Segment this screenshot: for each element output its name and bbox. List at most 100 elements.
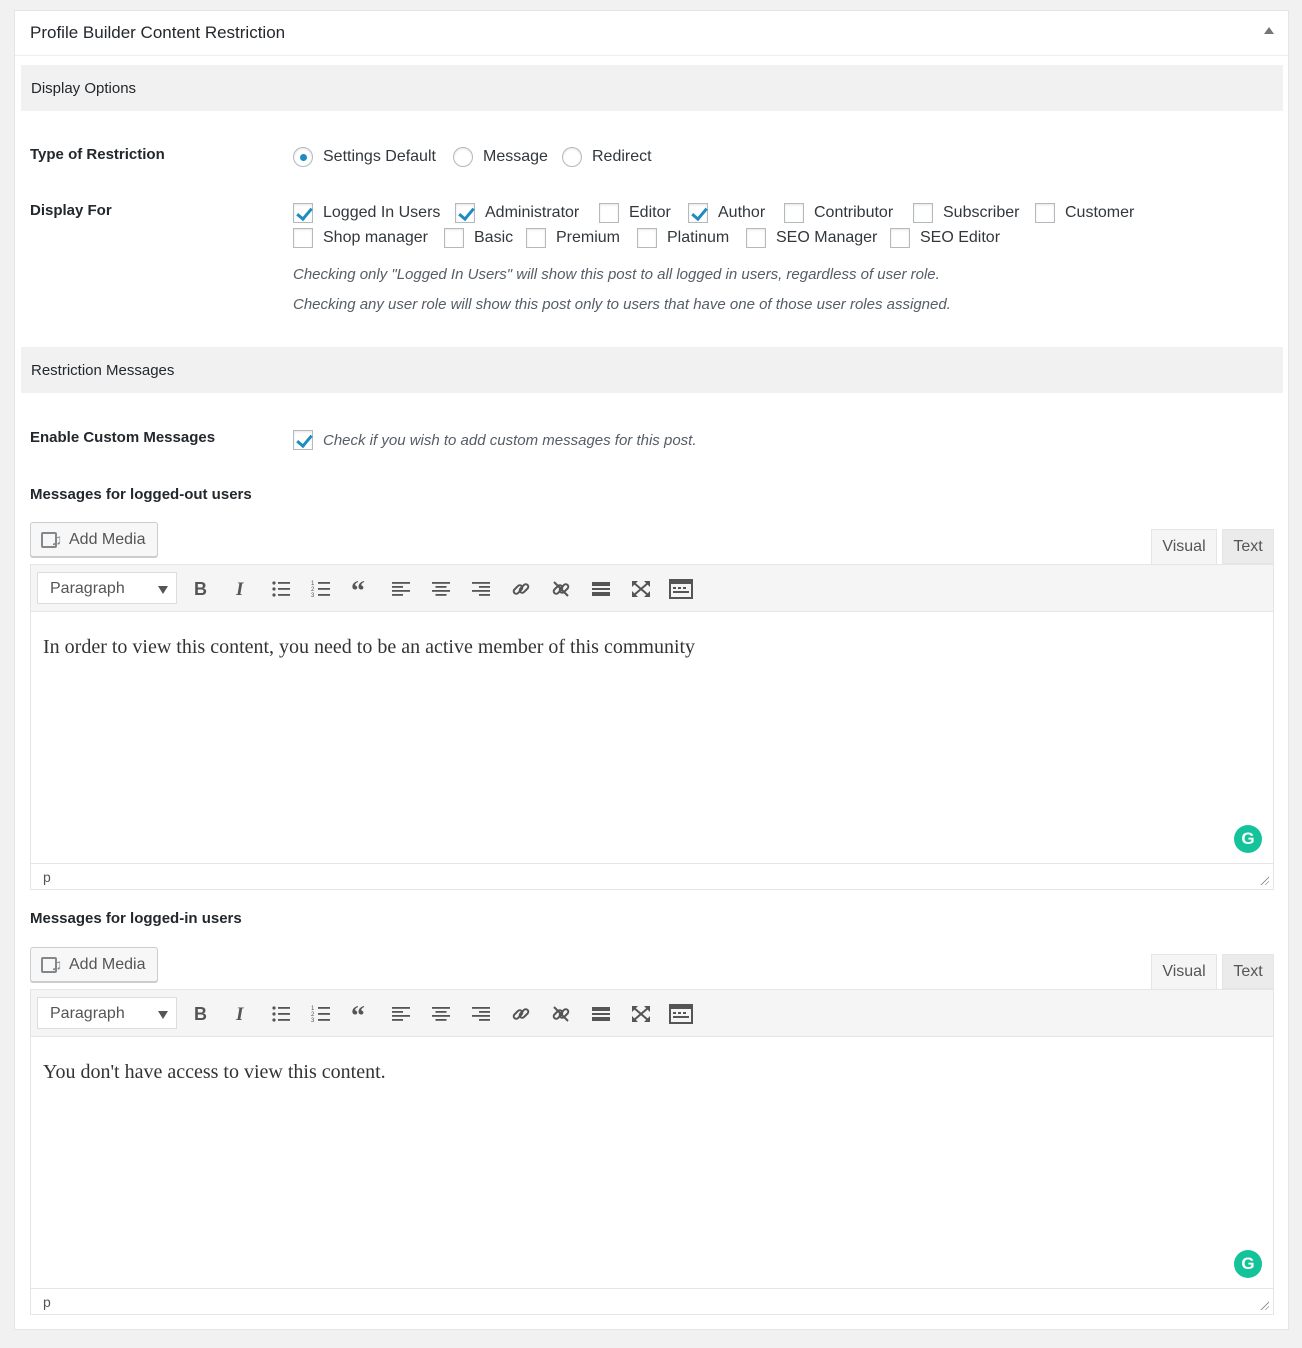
checkbox[interactable] [293,430,313,450]
checkbox[interactable] [1035,203,1055,223]
checkbox-seo-editor[interactable]: SEO Editor [890,228,1000,248]
checkbox-logged-in-users[interactable]: Logged In Users [293,203,440,223]
checkbox[interactable] [637,228,657,248]
align-center-icon[interactable] [427,575,455,603]
checkbox-author[interactable]: Author [688,203,765,223]
checkbox-contributor[interactable]: Contributor [784,203,893,223]
checkbox-platinum[interactable]: Platinum [637,228,729,248]
content-restriction-metabox: Profile Builder Content Restriction Disp… [14,10,1289,1330]
checkbox-premium[interactable]: Premium [526,228,620,248]
link-icon[interactable] [507,575,535,603]
add-media-button[interactable]: Add Media [30,522,158,557]
checkbox-editor[interactable]: Editor [599,203,671,223]
numbered-list-icon[interactable]: 123 [307,575,335,603]
bullet-list-icon[interactable] [267,1000,295,1028]
bullet-list-icon[interactable] [267,575,295,603]
format-select-value: Paragraph [50,1005,125,1022]
checkbox[interactable] [444,228,464,248]
unlink-icon[interactable] [547,575,575,603]
radio-settings-default[interactable]: Settings Default [293,147,436,167]
svg-text:3: 3 [311,1018,315,1023]
add-media-button[interactable]: Add Media [30,947,158,982]
unlink-icon[interactable] [547,1000,575,1028]
checkbox-label: Contributor [814,204,894,221]
grammarly-icon[interactable]: G [1234,1250,1262,1278]
editor-logged-in: Paragraph B I 123 “ You don't have acces… [30,989,1274,1315]
checkbox-subscriber[interactable]: Subscriber [913,203,1019,223]
svg-text:B: B [194,580,207,598]
fullscreen-icon[interactable] [627,575,655,603]
checkbox-customer[interactable]: Customer [1035,203,1134,223]
italic-icon[interactable]: I [227,1000,255,1028]
collapse-toggle-icon[interactable] [1264,27,1274,34]
align-center-icon[interactable] [427,1000,455,1028]
blockquote-icon[interactable]: “ [347,575,375,603]
align-right-icon[interactable] [467,575,495,603]
align-left-icon[interactable] [387,1000,415,1028]
align-right-icon[interactable] [467,1000,495,1028]
section-title: Restriction Messages [31,362,175,379]
checkbox-label: Editor [629,204,671,221]
checkbox-administrator[interactable]: Administrator [455,203,579,223]
resize-handle-icon[interactable] [1259,1300,1269,1310]
add-media-label: Add Media [69,955,146,973]
resize-handle-icon[interactable] [1259,875,1269,885]
checkbox-label: Author [718,204,766,221]
radio-message[interactable]: Message [453,147,548,167]
radio-button[interactable] [562,147,582,167]
checkbox[interactable] [688,203,708,223]
tab-text[interactable]: Text [1222,954,1274,989]
checkbox-label: Basic [474,229,514,246]
logged-out-messages-label: Messages for logged-out users [30,486,252,503]
read-more-icon[interactable] [587,575,615,603]
align-left-icon[interactable] [387,575,415,603]
radio-redirect[interactable]: Redirect [562,147,652,167]
help-text-logged-in: Checking only "Logged In Users" will sho… [293,266,940,283]
radio-button[interactable] [453,147,473,167]
format-select[interactable]: Paragraph [37,572,177,604]
checkbox[interactable] [526,228,546,248]
read-more-icon[interactable] [587,1000,615,1028]
blockquote-icon[interactable]: “ [347,1000,375,1028]
add-media-label: Add Media [69,530,146,548]
checkbox[interactable] [746,228,766,248]
checkbox-shop-manager[interactable]: Shop manager [293,228,428,248]
editor-statusbar: p [31,863,1273,889]
checkbox[interactable] [293,203,313,223]
checkbox-label: SEO Editor [920,229,1001,246]
link-icon[interactable] [507,1000,535,1028]
element-path[interactable]: p [43,1294,51,1310]
checkbox-seo-manager[interactable]: SEO Manager [746,228,877,248]
tab-visual[interactable]: Visual [1151,529,1217,564]
grammarly-icon[interactable]: G [1234,825,1262,853]
checkbox[interactable] [913,203,933,223]
checkbox[interactable] [293,228,313,248]
bold-icon[interactable]: B [187,575,215,603]
editor-content[interactable]: In order to view this content, you need … [31,612,1273,659]
chevron-down-icon [158,1011,168,1019]
checkbox[interactable] [890,228,910,248]
checkbox-label: Premium [556,229,621,246]
checkbox[interactable] [784,203,804,223]
checkbox[interactable] [599,203,619,223]
bold-icon[interactable]: B [187,1000,215,1028]
svg-text:I: I [235,1005,244,1023]
element-path[interactable]: p [43,869,51,885]
checkbox-enable-custom-messages[interactable]: Check if you wish to add custom messages… [293,430,697,450]
format-select[interactable]: Paragraph [37,997,177,1029]
toolbar-toggle-icon[interactable] [667,575,695,603]
radio-button[interactable] [293,147,313,167]
checkbox[interactable] [455,203,475,223]
tab-visual[interactable]: Visual [1151,954,1217,989]
svg-text:I: I [235,580,244,598]
numbered-list-icon[interactable]: 123 [307,1000,335,1028]
svg-text:“: “ [351,580,365,598]
checkbox-label: Shop manager [323,229,428,246]
toolbar-toggle-icon[interactable] [667,1000,695,1028]
italic-icon[interactable]: I [227,575,255,603]
tab-text[interactable]: Text [1222,529,1274,564]
editor-content[interactable]: You don't have access to view this conte… [31,1037,1273,1084]
fullscreen-icon[interactable] [627,1000,655,1028]
checkbox-label: Subscriber [943,204,1020,221]
checkbox-basic[interactable]: Basic [444,228,513,248]
